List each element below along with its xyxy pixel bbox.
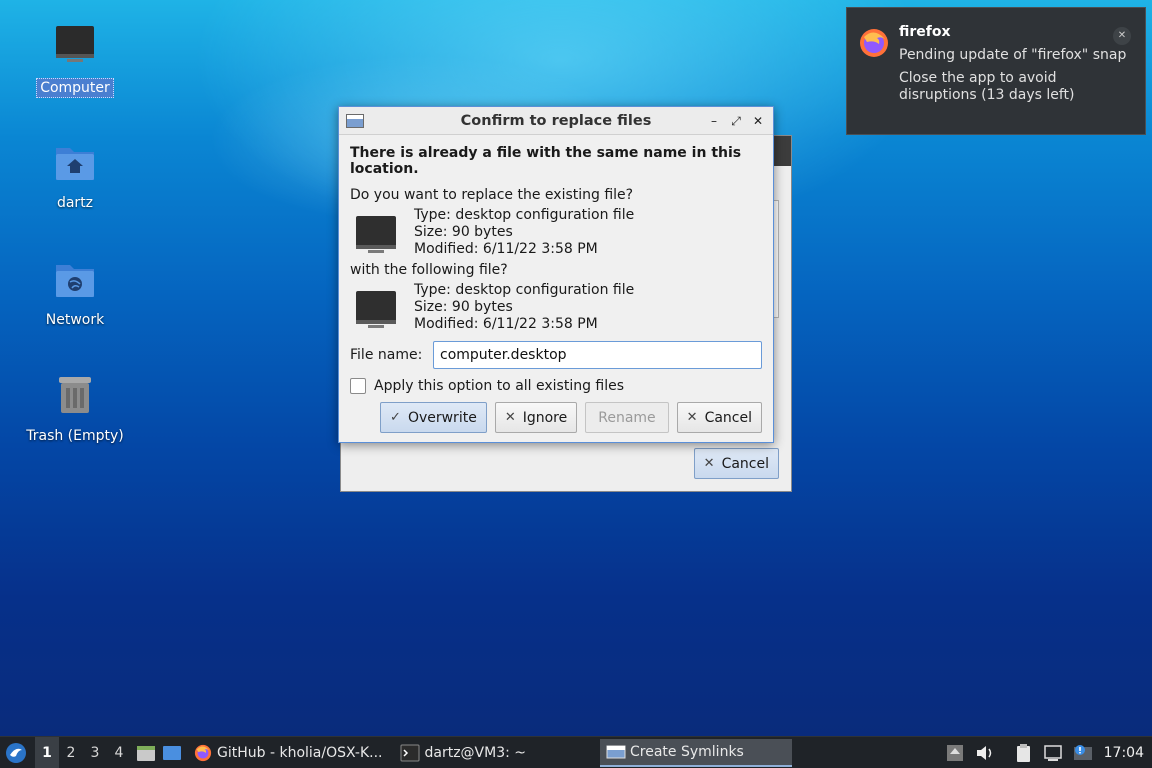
dialog-titlebar[interactable]: Confirm to replace files – ⤢ ✕ [339, 107, 773, 135]
background-cancel-button[interactable]: ✕ Cancel [693, 448, 779, 479]
network-icon[interactable] [1042, 742, 1064, 764]
with-following-label: with the following file? [350, 262, 508, 278]
monitor-icon [56, 26, 94, 62]
close-icon: ✕ [703, 456, 715, 471]
cancel-button[interactable]: ✕ Cancel [676, 402, 762, 433]
desktop-icon-label: Trash (Empty) [26, 428, 124, 444]
filename-input[interactable] [433, 341, 762, 369]
dialog-button-row: ✓ Overwrite ✕ Ignore Rename ✕ Cancel [350, 402, 762, 433]
desktop-show-icon[interactable] [161, 742, 183, 764]
trash-icon [59, 377, 91, 413]
desktop-icon-home[interactable]: dartz [20, 140, 130, 212]
workspace-4[interactable]: 4 [107, 737, 131, 768]
button-label: Cancel [704, 409, 752, 426]
task-label: Create Symlinks [630, 743, 744, 760]
replace-question: Do you want to replace the existing file… [350, 187, 634, 203]
button-label: Overwrite [407, 409, 477, 426]
terminal-icon [400, 744, 420, 761]
desktop-icon-computer[interactable]: Computer [20, 24, 130, 98]
notification-app-name: firefox [899, 24, 951, 40]
new-file-info: Type: desktop configuration file Size: 9… [350, 282, 762, 333]
rename-button[interactable]: Rename [585, 402, 669, 433]
notification-close-button[interactable]: ✕ [1113, 27, 1131, 45]
updates-icon[interactable] [944, 742, 966, 764]
file-manager-icon[interactable] [135, 742, 157, 764]
task-label: GitHub - kholia/OSX-K... [217, 744, 383, 761]
dialog-headline: There is already a file with the same na… [350, 145, 742, 177]
window-icon [346, 113, 364, 128]
button-label: Cancel [721, 455, 769, 472]
workspace-1[interactable]: 1 [35, 736, 59, 768]
menu-logo-icon[interactable] [5, 742, 27, 764]
notification-message: Pending update of "firefox" snap Close t… [899, 47, 1129, 104]
firefox-icon [860, 29, 888, 57]
checkmark-icon: ✓ [390, 410, 401, 425]
apply-all-label: Apply this option to all existing files [374, 378, 625, 394]
minimize-button[interactable]: – [705, 112, 723, 130]
workspace-3[interactable]: 3 [83, 737, 107, 768]
apply-all-checkbox[interactable] [350, 378, 366, 394]
button-label: Rename [598, 409, 656, 426]
close-button[interactable]: ✕ [749, 112, 767, 130]
desktop-icon-label: Network [45, 312, 105, 328]
desktop-icon-network[interactable]: Network [20, 257, 130, 329]
ignore-button[interactable]: ✕ Ignore [494, 402, 578, 433]
window-icon [606, 745, 626, 758]
confirm-replace-dialog: Confirm to replace files – ⤢ ✕ There is … [338, 106, 774, 443]
existing-file-size: Size: 90 bytes [414, 224, 513, 240]
existing-file-type: Type: desktop configuration file [414, 207, 635, 223]
maximize-button[interactable]: ⤢ [727, 112, 745, 130]
desktop-icon-label: dartz [56, 195, 94, 211]
network-folder-icon [56, 265, 94, 297]
close-icon: ✕ [504, 410, 516, 425]
volume-icon[interactable] [974, 742, 996, 764]
task-label: dartz@VM3: ~ [424, 744, 527, 761]
filename-row: File name: [350, 341, 762, 369]
task-create-symlinks[interactable]: Create Symlinks [600, 738, 793, 767]
existing-file-modified: Modified: 6/11/22 3:58 PM [414, 241, 598, 257]
desktop-icon-trash[interactable]: Trash (Empty) [20, 373, 130, 445]
task-firefox[interactable]: GitHub - kholia/OSX-K... [187, 739, 388, 767]
new-file-size: Size: 90 bytes [414, 299, 513, 315]
overwrite-button[interactable]: ✓ Overwrite [380, 402, 487, 433]
notification-popup[interactable]: firefox ✕ Pending update of "firefox" sn… [846, 7, 1146, 135]
new-file-modified: Modified: 6/11/22 3:58 PM [414, 316, 598, 332]
taskbar: 1 2 3 4 GitHub - kholia/OSX-K... dartz@V… [0, 736, 1152, 768]
button-label: Ignore [522, 409, 568, 426]
system-tray: 17:04 [940, 737, 1152, 768]
firefox-icon [194, 744, 212, 761]
monitor-icon [356, 216, 396, 253]
monitor-icon [356, 291, 396, 328]
apply-all-row[interactable]: Apply this option to all existing files [350, 378, 762, 394]
notification-indicator-icon[interactable] [1072, 742, 1094, 764]
new-file-type: Type: desktop configuration file [414, 282, 635, 298]
clipboard-icon[interactable] [1012, 742, 1034, 764]
workspace-2[interactable]: 2 [59, 737, 83, 768]
filename-label: File name: [350, 347, 423, 363]
existing-file-info: Type: desktop configuration file Size: 9… [350, 207, 762, 258]
task-terminal[interactable]: dartz@VM3: ~ [394, 739, 532, 767]
notification-line: Close the app to avoid disruptions (13 d… [899, 70, 1075, 103]
close-icon: ✕ [686, 410, 698, 425]
desktop-icon-label: Computer [36, 78, 114, 98]
clock[interactable]: 17:04 [1104, 745, 1144, 761]
home-folder-icon [56, 148, 94, 180]
notification-line: Pending update of "firefox" snap [899, 47, 1127, 63]
